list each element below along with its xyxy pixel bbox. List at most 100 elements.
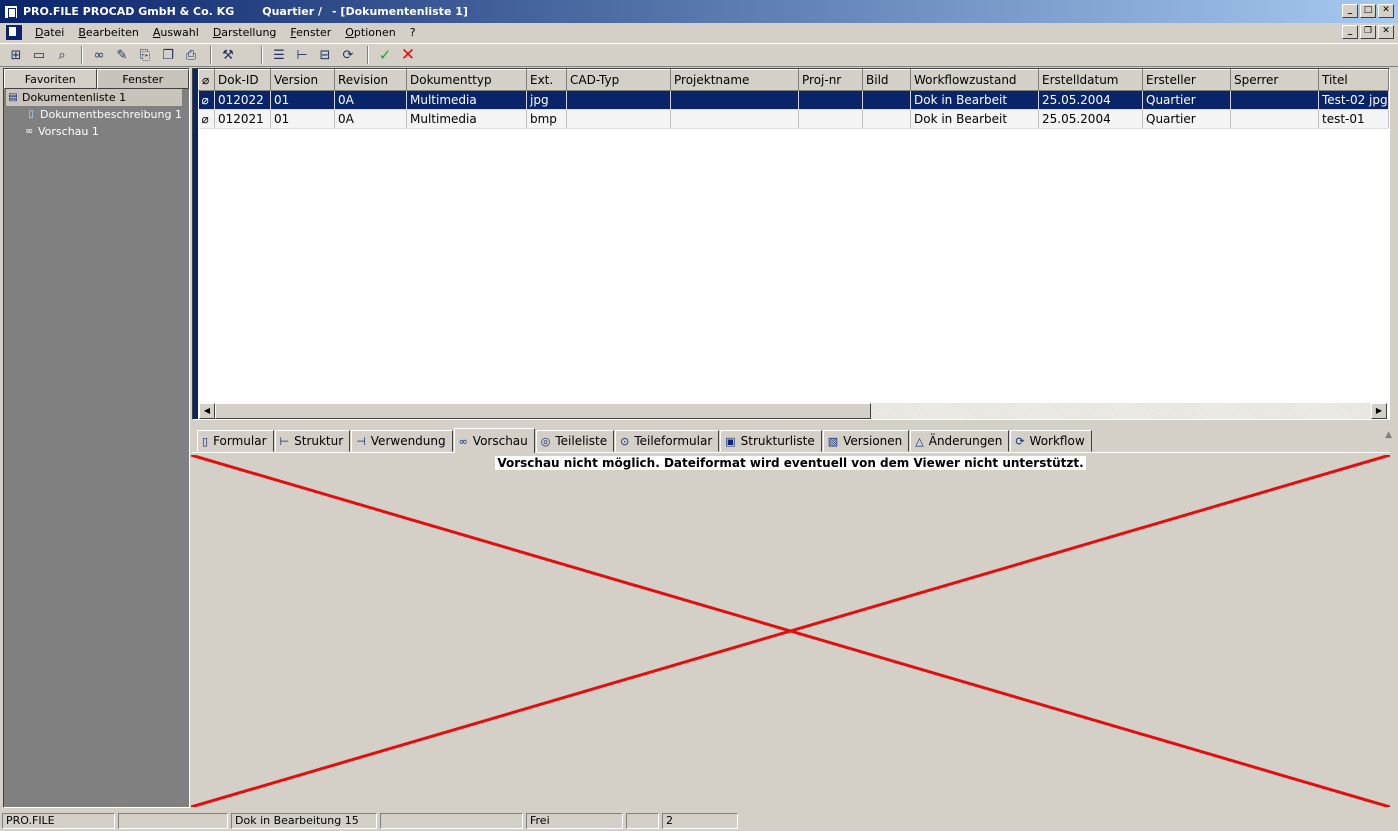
column-header[interactable]: Sperrer bbox=[1230, 69, 1319, 91]
tree-item-dokumentbeschreibung[interactable]: ▯ Dokumentbeschreibung 1 bbox=[6, 106, 182, 123]
tools-icon[interactable]: ⚒ bbox=[218, 45, 238, 65]
table-cell: Quartier bbox=[1142, 109, 1231, 129]
cancel-x-icon[interactable]: ✕ bbox=[398, 45, 418, 65]
tab-verwendung[interactable]: ⊣ Verwendung bbox=[351, 430, 453, 452]
menu-bearbeiten[interactable]: Bearbeiten bbox=[78, 26, 138, 39]
user-context: Quartier / bbox=[262, 5, 323, 18]
mdi-close-button[interactable]: ✕ bbox=[1378, 25, 1394, 39]
menu-help[interactable]: ? bbox=[410, 26, 416, 39]
menu-darstellung[interactable]: Darstellung bbox=[213, 26, 277, 39]
table-cell bbox=[862, 90, 911, 110]
column-header[interactable]: Projektname bbox=[670, 69, 799, 91]
mdi-restore-button[interactable]: ❐ bbox=[1360, 25, 1376, 39]
tab-formular[interactable]: ▯ Formular bbox=[197, 430, 274, 452]
table-cell: Dok in Bearbeit bbox=[910, 109, 1039, 129]
parts-list-icon: ◎ bbox=[540, 434, 551, 448]
status-panel bbox=[380, 812, 523, 829]
tree-item-dokumentenliste[interactable]: ▤ Dokumentenliste 1 bbox=[6, 89, 182, 106]
mdi-minimize-button[interactable]: _ bbox=[1342, 25, 1358, 39]
part-form-icon: ⊙ bbox=[620, 434, 630, 448]
tab-favoriten[interactable]: Favoriten bbox=[4, 69, 97, 89]
column-header[interactable]: Proj-nr bbox=[798, 69, 863, 91]
scroll-thumb[interactable] bbox=[215, 403, 871, 419]
column-header[interactable]: Workflowzustand bbox=[910, 69, 1039, 91]
horizontal-scrollbar[interactable]: ◀ ▶ bbox=[199, 403, 1387, 419]
scroll-right-arrow-icon[interactable]: ▶ bbox=[1371, 403, 1387, 419]
table-cell: Multimedia bbox=[406, 90, 527, 110]
tab-teileformular[interactable]: ⊙ Teileformular bbox=[615, 430, 720, 452]
scroll-track[interactable] bbox=[871, 403, 1371, 419]
table-cell bbox=[1230, 109, 1319, 129]
column-header[interactable]: Revision bbox=[334, 69, 407, 91]
column-header[interactable]: Ext. bbox=[526, 69, 567, 91]
list-view-icon[interactable]: ☰ bbox=[269, 45, 289, 65]
table-row[interactable]: ⌀ 012022 01 0A Multimedia jpg Dok in Bea… bbox=[198, 90, 1389, 110]
tree-view-icon[interactable]: ⊢ bbox=[292, 45, 312, 65]
column-header[interactable]: CAD-Typ bbox=[566, 69, 671, 91]
table-cell bbox=[566, 109, 671, 129]
document-window-icon[interactable] bbox=[6, 25, 22, 40]
maximize-button[interactable]: □ bbox=[1360, 4, 1376, 18]
structure-icon[interactable]: ⊟ bbox=[315, 45, 335, 65]
table-cell: 012022 bbox=[214, 90, 271, 110]
copy-icon[interactable]: ❐ bbox=[158, 45, 178, 65]
table-cell: test-01 bbox=[1318, 109, 1389, 129]
close-button[interactable]: ✕ bbox=[1378, 4, 1394, 18]
collapse-up-icon[interactable]: ▲ bbox=[1385, 430, 1392, 440]
workflow-icon[interactable]: ⟳ bbox=[338, 45, 358, 65]
attachment-icon: ⌀ bbox=[198, 109, 215, 129]
status-workflow: Dok in Bearbeitung 15 bbox=[231, 812, 377, 829]
table-cell: Quartier bbox=[1142, 90, 1231, 110]
column-header-attachment[interactable]: ⌀ bbox=[198, 69, 215, 91]
menu-fenster[interactable]: Fenster bbox=[290, 26, 331, 39]
app-icon[interactable] bbox=[4, 4, 18, 19]
structure-list-icon: ▣ bbox=[725, 434, 736, 448]
search-icon[interactable]: ⌕ bbox=[52, 45, 72, 65]
toolbar: ⊞ ▭ ⌕ ∞ ✎ ⎘ ❐ ⎙ ⚒ ☰ ⊢ ⊟ ⟳ ✓ ✕ bbox=[0, 43, 1398, 67]
minimize-button[interactable]: _ bbox=[1342, 4, 1358, 18]
menu-auswahl[interactable]: Auswahl bbox=[153, 26, 199, 39]
tab-fenster[interactable]: Fenster bbox=[96, 69, 189, 89]
tab-versionen[interactable]: ▧ Versionen bbox=[822, 430, 910, 452]
table-cell: Dok in Bearbeit bbox=[910, 90, 1039, 110]
preview-message: Vorschau nicht möglich. Dateiformat wird… bbox=[495, 456, 1086, 470]
column-header[interactable]: Titel bbox=[1318, 69, 1389, 91]
column-header[interactable]: Dok-ID bbox=[214, 69, 271, 91]
column-header[interactable]: Version bbox=[270, 69, 335, 91]
menu-optionen[interactable]: Optionen bbox=[345, 26, 395, 39]
new-structure-icon[interactable]: ⊞ bbox=[6, 45, 26, 65]
status-bar: PRO.FILE Dok in Bearbeitung 15 Frei 2 bbox=[0, 810, 1398, 831]
column-header[interactable]: Bild bbox=[862, 69, 911, 91]
table-cell: 01 bbox=[270, 90, 335, 110]
column-header[interactable]: Erstelldatum bbox=[1038, 69, 1143, 91]
new-document-icon[interactable]: ▭ bbox=[29, 45, 49, 65]
tab-strukturliste[interactable]: ▣ Strukturliste bbox=[720, 430, 822, 452]
preview-glasses-icon[interactable]: ∞ bbox=[89, 45, 109, 65]
menu-datei[interactable]: Datei bbox=[35, 26, 64, 39]
checkout-icon[interactable]: ⎘ bbox=[135, 45, 155, 65]
status-panel bbox=[118, 812, 228, 829]
tab-label: Formular bbox=[213, 434, 267, 448]
tab-vorschau[interactable]: ∞ Vorschau bbox=[453, 428, 535, 453]
column-header[interactable]: Dokumenttyp bbox=[406, 69, 527, 91]
tab-aenderungen[interactable]: △ Änderungen bbox=[910, 430, 1010, 452]
print-icon[interactable]: ⎙ bbox=[181, 45, 201, 65]
attachment-icon: ⌀ bbox=[198, 90, 215, 110]
tab-teileliste[interactable]: ◎ Teileliste bbox=[535, 430, 615, 452]
preview-glasses-icon: ∞ bbox=[24, 125, 34, 137]
preview-message-container: Vorschau nicht möglich. Dateiformat wird… bbox=[191, 456, 1390, 470]
edit-icon[interactable]: ✎ bbox=[112, 45, 132, 65]
tree-item-label: Vorschau 1 bbox=[38, 125, 99, 138]
window-tree: ▤ Dokumentenliste 1 ▯ Dokumentbeschreibu… bbox=[6, 89, 182, 140]
column-header[interactable]: Ersteller bbox=[1142, 69, 1231, 91]
table-row[interactable]: ⌀ 012021 01 0A Multimedia bmp Dok in Bea… bbox=[198, 109, 1389, 129]
tree-item-vorschau[interactable]: ∞ Vorschau 1 bbox=[6, 123, 182, 140]
status-count: 2 bbox=[662, 812, 738, 829]
tab-struktur[interactable]: ⊢ Struktur bbox=[274, 430, 351, 452]
scroll-left-arrow-icon[interactable]: ◀ bbox=[199, 403, 215, 419]
tab-label: Versionen bbox=[843, 434, 903, 448]
accept-check-icon[interactable]: ✓ bbox=[375, 45, 395, 65]
preview-pane: Vorschau nicht möglich. Dateiformat wird… bbox=[191, 455, 1390, 807]
navigation-tabs: Favoriten Fenster bbox=[4, 69, 189, 89]
tab-workflow[interactable]: ⟳ Workflow bbox=[1010, 430, 1092, 452]
